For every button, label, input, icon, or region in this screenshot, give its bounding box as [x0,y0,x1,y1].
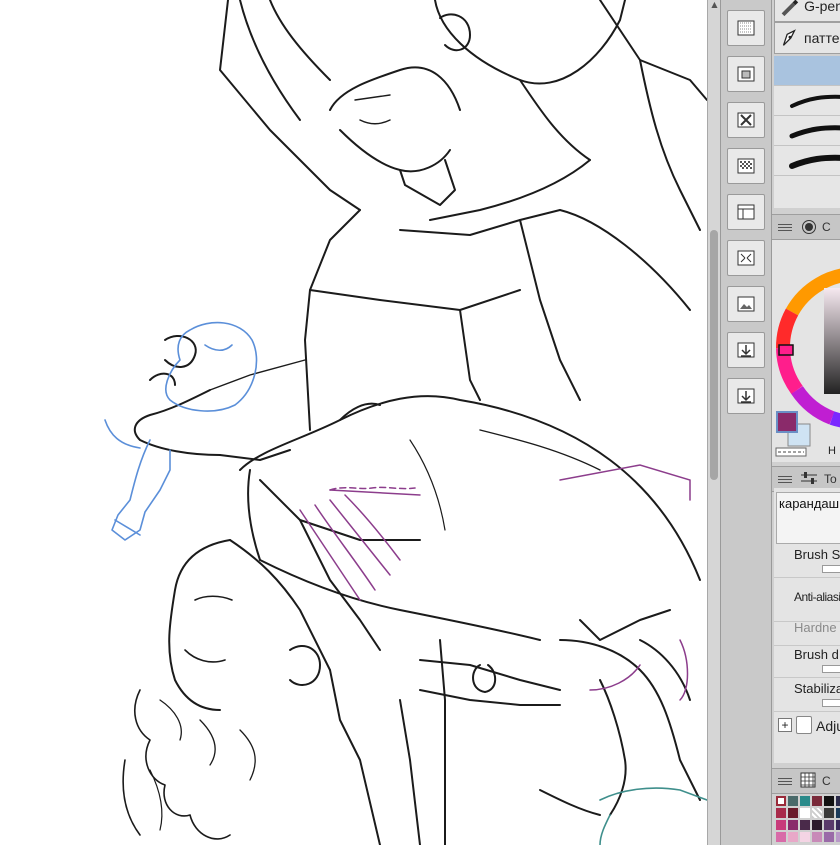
tool-name-display: карандаш [776,492,840,544]
brush-size-preset[interactable] [774,146,840,176]
brush-density-slider[interactable] [822,665,840,673]
sub-tool-g-pen[interactable]: G-pen [774,0,840,22]
menu-icon[interactable] [778,777,792,785]
scrollbar-thumb[interactable] [710,230,718,480]
merge-down-icon[interactable] [727,332,765,368]
brush-size-row[interactable]: Brush S [774,544,840,578]
swatch[interactable] [800,808,810,818]
brush-density-label: Brush d [794,647,839,662]
brush-density-row[interactable]: Brush d [774,644,840,678]
sub-tool-label: G-pen [804,0,840,14]
transform-icon[interactable] [727,240,765,276]
layer-settings-icon[interactable] [727,194,765,230]
drawing-canvas[interactable] [0,0,707,845]
swatch[interactable] [788,820,798,830]
swatch[interactable] [800,796,810,806]
swatch[interactable] [824,832,834,842]
menu-icon[interactable] [778,475,792,483]
color-wheel[interactable] [772,240,840,462]
brush-size-preset-selected[interactable] [774,56,840,86]
swatch[interactable] [824,808,834,818]
g-pen-icon [778,0,800,19]
swatch[interactable] [776,808,786,818]
color-set-panel-header[interactable]: C [772,768,840,794]
stabilization-label: Stabiliza [794,681,840,696]
anti-aliasing-label: Anti-aliasin [794,590,840,604]
color-set-swatches[interactable] [774,794,840,845]
clip-studio-window: ▲ G-pen патте C H To карандаш Brush S An… [0,0,840,845]
swatch[interactable] [824,796,834,806]
tool-name: карандаш [779,496,840,511]
swatch[interactable] [788,808,798,818]
grid-layer-icon[interactable] [727,10,765,46]
sliders-icon [800,471,818,488]
image-layer-icon[interactable] [727,286,765,322]
sub-tool-label: паттерн [804,30,840,46]
line-art-drawing [104,0,707,845]
checkbox[interactable] [796,716,812,734]
main-color-swatch [776,411,798,433]
pen-nib-icon [778,25,800,51]
color-wheel-title: C [822,220,831,234]
right-side-panel: G-pen паттерн C [772,0,840,845]
color-wheel-tab-icon[interactable] [802,220,816,234]
tool-property-panel: карандаш Brush S Anti-aliasin Hardne Bru… [774,488,840,763]
menu-icon[interactable] [778,223,792,231]
swatch[interactable] [824,820,834,830]
swatch[interactable] [788,832,798,842]
layer-command-bar [720,0,772,845]
layer-mask-icon[interactable] [727,56,765,92]
swatch[interactable] [776,820,786,830]
swatch[interactable] [776,832,786,842]
swatch[interactable] [812,820,822,830]
swatch[interactable] [812,808,822,818]
swatch[interactable] [800,832,810,842]
swatch[interactable] [776,796,786,806]
brush-size-label: Brush S [794,547,840,562]
adjust-row[interactable]: + Adju [774,712,840,746]
canvas-vertical-scrollbar[interactable]: ▲ [707,0,720,845]
stabilization-slider[interactable] [822,699,840,707]
expand-plus-icon[interactable]: + [778,718,792,732]
color-set-title: C [822,774,831,788]
swatch[interactable] [836,832,840,842]
hsv-h-label: H [828,445,836,457]
color-wheel-panel-header[interactable]: C [772,214,840,240]
brush-size-preset[interactable] [774,86,840,116]
transparency-icon[interactable] [727,148,765,184]
brush-size-preset[interactable] [774,116,840,146]
stabilization-row[interactable]: Stabiliza [774,678,840,712]
swatch[interactable] [836,796,840,806]
hardness-label: Hardne [794,620,837,635]
swatch[interactable] [836,808,840,818]
swatch[interactable] [788,796,798,806]
adjust-label: Adju [816,718,840,734]
swatch[interactable] [800,820,810,830]
color-wheel-panel: H [772,240,840,462]
delete-layer-icon[interactable] [727,102,765,138]
brush-size-list-empty [774,176,840,208]
tool-property-title: To [824,472,837,486]
color-set-tab-icon[interactable] [800,772,816,791]
swatch[interactable] [812,832,822,842]
import-icon[interactable] [727,378,765,414]
brush-size-slider[interactable] [822,565,840,573]
swatch[interactable] [836,820,840,830]
swatch[interactable] [812,796,822,806]
sub-tool-pattern[interactable]: паттерн [774,22,840,54]
hardness-row: Hardne [774,612,840,646]
